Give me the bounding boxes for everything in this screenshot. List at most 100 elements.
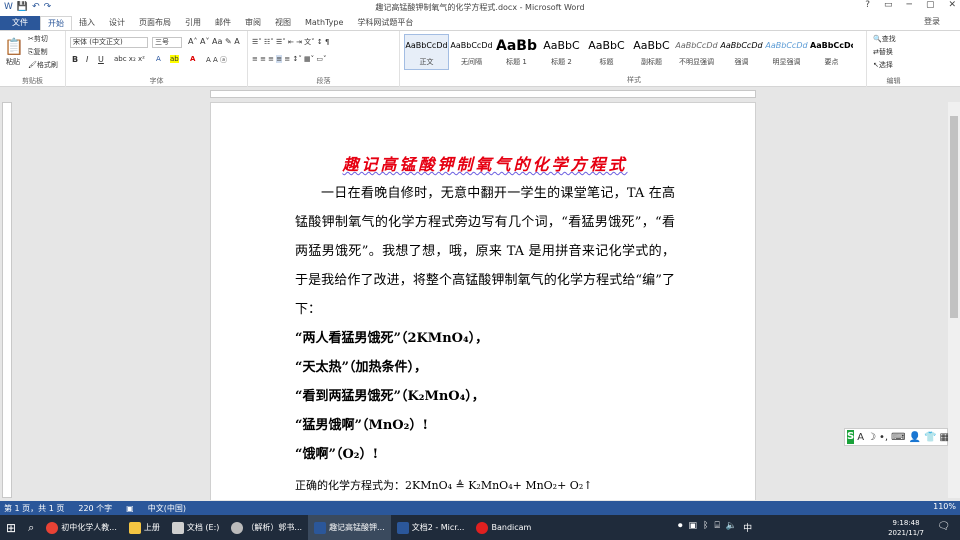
scrollbar-thumb[interactable] [950, 116, 958, 318]
vertical-ruler[interactable] [2, 102, 12, 498]
taskbar-item-chrome[interactable]: 初中化学人教... [40, 515, 123, 540]
style-normal[interactable]: AaBbCcDd 正文 [404, 34, 449, 70]
tab-references[interactable]: 引用 [178, 16, 208, 30]
strike-sub-super-buttons[interactable]: abc x₂ x² [114, 55, 145, 63]
paste-button[interactable]: 粘贴 [6, 57, 20, 67]
font-group: 宋体 (中文正文) 三号 A˄ A˅ Aa ✎ A B I U abc x₂ x… [66, 31, 248, 87]
moon-icon[interactable]: ☽ [867, 432, 876, 443]
minimize-button[interactable]: ─ [907, 0, 912, 10]
tab-mathtype[interactable]: MathType [298, 16, 350, 30]
ime-mode-icon[interactable]: A [857, 432, 864, 443]
maximize-button[interactable]: ▢ [926, 0, 935, 10]
close-button[interactable]: ✕ [948, 0, 956, 10]
ribbon-display-button[interactable]: ▭ [884, 0, 893, 10]
list-buttons[interactable]: ☰˅ ☷˅ ☰˅ ⇤ ⇥ 文˅ ↕ ¶ [252, 37, 329, 47]
style-no-spacing[interactable]: AaBbCcDd 无间隔 [449, 34, 494, 70]
tray-ime-icon[interactable]: 中 [743, 521, 752, 534]
body-paragraph: 一日在看晚自修时，无意中翻开一学生的课堂笔记，TA 在高锰酸钾制氧气的化学方程式… [295, 186, 675, 317]
taskbar-item-word-current[interactable]: 趣记高锰酸钾... [308, 515, 391, 540]
zoom-level[interactable]: 110% [933, 502, 956, 511]
sogou-icon[interactable]: S [847, 430, 855, 444]
chrome-icon [46, 521, 59, 534]
skin-icon[interactable]: 👕 [924, 432, 936, 443]
style-heading-2[interactable]: AaBbC 标题 2 [539, 34, 584, 70]
replace-button[interactable]: ⇄替换 [873, 47, 893, 57]
taskbar-item-bandicam[interactable]: Bandicam [470, 515, 537, 540]
highlight-icon[interactable]: ab [170, 55, 179, 63]
font-name-select[interactable]: 宋体 (中文正文) [70, 37, 148, 48]
tray-record-icon[interactable]: ⏺ [678, 521, 683, 534]
horizontal-ruler[interactable] [210, 90, 756, 98]
tab-review[interactable]: 审阅 [238, 16, 268, 30]
cut-button[interactable]: ✂剪切 [28, 34, 48, 44]
style-strong[interactable]: AaBbCcDc 要点 [809, 34, 854, 70]
drive-icon [171, 521, 184, 534]
tab-mailings[interactable]: 邮件 [208, 16, 238, 30]
style-subtle-emphasis[interactable]: AaBbCcDd 不明显强调 [674, 34, 719, 70]
clipboard-label: 剪贴板 [22, 77, 43, 85]
language-indicator[interactable]: 中文(中国) [148, 503, 186, 514]
taskbar-item-word-doc2[interactable]: 文档2 - Micr... [391, 515, 471, 540]
tab-home[interactable]: 开始 [40, 16, 72, 30]
help-button[interactable]: ? [865, 0, 870, 10]
taskbar-item-folder-up[interactable]: 上册 [123, 515, 166, 540]
italic-button[interactable]: I [86, 55, 88, 64]
format-painter-button[interactable]: 🖌格式刷 [28, 60, 58, 70]
style-intense-emphasis[interactable]: AaBbCcDd 明显强调 [764, 34, 809, 70]
tab-xkw[interactable]: 学科网试题平台 [350, 16, 420, 30]
style-emphasis[interactable]: AaBbCcDd 强调 [719, 34, 764, 70]
style-subtitle[interactable]: AaBbC 副标题 [629, 34, 674, 70]
proofing-icon[interactable]: ▣ [126, 504, 134, 513]
document-body[interactable]: 趣记高锰酸钾制氧气的化学方程式 一日在看晚自修时，无意中翻开一学生的课堂笔记，T… [295, 151, 675, 500]
status-bar: 第 1 页，共 1 页 220 个字 ▣ 中文(中国) 110% [0, 501, 960, 515]
word-icon [314, 521, 327, 534]
login-link[interactable]: 登录 [924, 16, 940, 27]
find-button[interactable]: 🔍查找 [873, 34, 896, 44]
tray-bluetooth-icon[interactable]: ᛒ [703, 521, 708, 534]
taskbar-item-drive[interactable]: 文档 (E:) [166, 515, 226, 540]
font-size-select[interactable]: 三号 [152, 37, 182, 48]
page-count[interactable]: 第 1 页，共 1 页 [4, 503, 64, 514]
copy-button[interactable]: ⎘复制 [28, 47, 48, 57]
underline-button[interactable]: U [98, 55, 104, 64]
tab-insert[interactable]: 插入 [72, 16, 102, 30]
punctuation-icon[interactable]: •, [879, 432, 888, 443]
text-effects-icon[interactable]: A [156, 55, 161, 63]
tray-app-icon[interactable]: ▣ [689, 521, 698, 534]
ime-toolbar[interactable]: S A ☽ •, ⌨ 👤 👕 ▦ [844, 428, 949, 446]
keyboard-icon[interactable]: ⌨ [891, 432, 905, 443]
font-color-icon[interactable]: A [190, 55, 195, 63]
tray-volume-icon[interactable]: 🔈 [726, 521, 737, 534]
notification-icon[interactable]: 🗨 [937, 521, 950, 532]
grid-icon[interactable]: ▦ [939, 432, 948, 443]
taskbar-item-analysis[interactable]: （解析）郭书... [225, 515, 308, 540]
bold-button[interactable]: B [72, 55, 78, 64]
clock[interactable]: 9:18:48 2021/11/7 [888, 518, 924, 538]
font-label: 字体 [149, 77, 164, 85]
char-shading-icon[interactable]: A A ⓐ [206, 55, 227, 65]
paste-icon[interactable]: 📋 [4, 37, 24, 56]
style-title[interactable]: AaBbC 标题 [584, 34, 629, 70]
align-buttons[interactable]: ≡ ≡ ≡ ≡ ≡ ↕˅ ▦˅ ▭˅ [252, 55, 327, 63]
mnemonic-line: “猛男饿啊”（MnO₂）! [295, 418, 429, 433]
tab-file[interactable]: 文件 [0, 16, 40, 30]
tray-network-icon[interactable]: ⌸ [714, 521, 719, 534]
styles-gallery: AaBbCcDd 正文 AaBbCcDd 无间隔 AaBb 标题 1 AaBbC 标题 … [404, 34, 864, 74]
word-count[interactable]: 220 个字 [78, 503, 112, 514]
select-button[interactable]: ↖选择 [873, 60, 893, 70]
style-heading-1[interactable]: AaBb 标题 1 [494, 34, 539, 70]
search-icon: ⌕ [28, 520, 35, 534]
document-page[interactable]: 趣记高锰酸钾制氧气的化学方程式 一日在看晚自修时，无意中翻开一学生的课堂笔记，T… [210, 102, 756, 500]
title-bar: W 💾 ↶ ↷ 趣记高锰酸钾制氧气的化学方程式.docx - Microsoft… [0, 0, 960, 14]
vertical-scrollbar[interactable] [948, 102, 960, 498]
user-icon[interactable]: 👤 [909, 432, 921, 443]
tab-view[interactable]: 视图 [268, 16, 298, 30]
mnemonic-line: “天太热”（加热条件）， [295, 360, 427, 375]
search-button[interactable]: ⌕ [22, 515, 40, 540]
windows-icon: ⊞ [6, 520, 17, 535]
font-size-buttons[interactable]: A˄ A˅ Aa ✎ A [188, 37, 240, 46]
clock-date: 2021/11/7 [888, 529, 924, 537]
tab-layout[interactable]: 页面布局 [132, 16, 178, 30]
tab-design[interactable]: 设计 [102, 16, 132, 30]
start-button[interactable]: ⊞ [0, 515, 22, 540]
